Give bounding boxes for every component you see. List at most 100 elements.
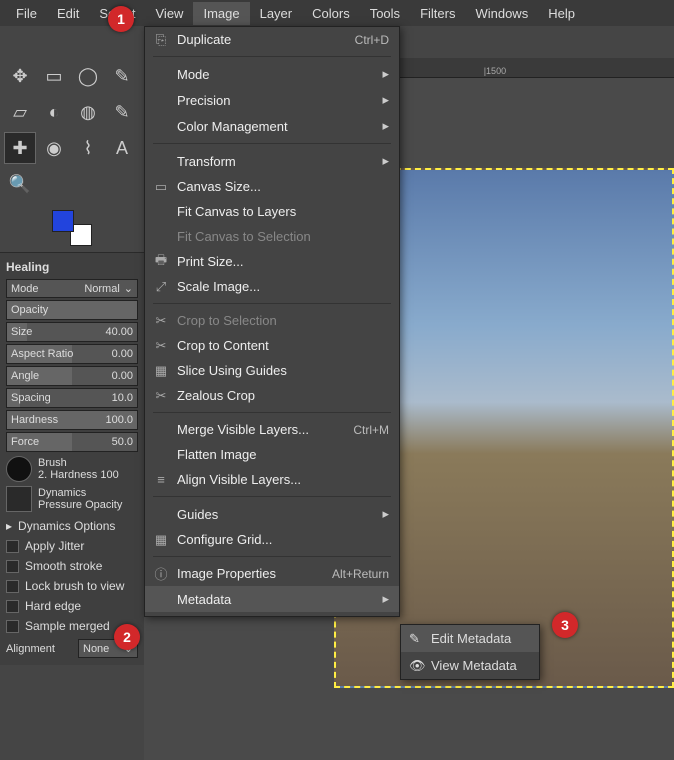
path-tool-icon[interactable]: ⌇ bbox=[72, 132, 104, 164]
slider-aspect-ratio[interactable]: Aspect Ratio0.00 bbox=[6, 344, 138, 364]
menu-item-label: Configure Grid... bbox=[177, 532, 272, 547]
checkbox-label: Smooth stroke bbox=[25, 559, 102, 573]
chevron-right-icon: ▸ bbox=[382, 118, 389, 134]
heal-tool-icon[interactable]: ✚ bbox=[4, 132, 36, 164]
checkbox-label: Lock brush to view bbox=[25, 579, 124, 593]
chevron-down-icon: ⌄ bbox=[124, 282, 133, 295]
mode-value: Normal bbox=[84, 283, 119, 295]
slider-size[interactable]: Size40.00 bbox=[6, 322, 138, 342]
rect-select-tool-icon[interactable]: ▭ bbox=[38, 60, 70, 92]
submenu-item-view-metadata[interactable]: 👁View Metadata bbox=[401, 652, 539, 679]
menu-item-mode[interactable]: Mode▸ bbox=[145, 61, 399, 87]
checkbox-hard-edge[interactable]: Hard edge bbox=[6, 596, 138, 616]
menu-item-duplicate[interactable]: ⎘DuplicateCtrl+D bbox=[145, 27, 399, 52]
fg-color-swatch[interactable] bbox=[52, 210, 74, 232]
menu-item-label: Merge Visible Layers... bbox=[177, 422, 309, 437]
slider-force[interactable]: Force50.0 bbox=[6, 432, 138, 452]
menu-separator bbox=[153, 556, 391, 557]
paintbrush-tool-icon[interactable]: ✎ bbox=[106, 96, 138, 128]
menu-tools[interactable]: Tools bbox=[360, 2, 410, 25]
menu-item-slice-using-guides[interactable]: ▦Slice Using Guides bbox=[145, 358, 399, 383]
toolbox-panel: ✥ ▭ ◯ ✎ ▱ ◐ ◍ ✎ ✚ ◉ ⌇ A 🔍 Healing Mode N… bbox=[0, 26, 144, 760]
menu-edit[interactable]: Edit bbox=[47, 2, 89, 25]
slider-hardness[interactable]: Hardness 100.0 bbox=[6, 410, 138, 430]
menu-separator bbox=[153, 496, 391, 497]
menu-image[interactable]: Image bbox=[193, 2, 249, 25]
dynamics-options-expander[interactable]: ▸ Dynamics Options bbox=[6, 516, 138, 536]
menu-layer[interactable]: Layer bbox=[250, 2, 303, 25]
slider-spacing[interactable]: Spacing10.0 bbox=[6, 388, 138, 408]
slider-value: 50.0 bbox=[112, 436, 133, 448]
menu-filters[interactable]: Filters bbox=[410, 2, 465, 25]
warp-tool-icon[interactable]: ◍ bbox=[72, 96, 104, 128]
zoom-tool-icon[interactable]: 🔍 bbox=[4, 168, 36, 200]
clone-tool-icon[interactable]: ◉ bbox=[38, 132, 70, 164]
slider-value: 100.0 bbox=[105, 414, 133, 426]
menu-item-label: Metadata bbox=[177, 592, 231, 607]
dynamics-label: Dynamics bbox=[38, 487, 138, 499]
rotate-tool-icon[interactable]: ◐ bbox=[38, 96, 70, 128]
menu-item-metadata[interactable]: Metadata▸ bbox=[145, 586, 399, 612]
move-tool-icon[interactable]: ✥ bbox=[4, 60, 36, 92]
checkbox-icon bbox=[6, 580, 19, 593]
menu-windows[interactable]: Windows bbox=[465, 2, 538, 25]
color-swatches[interactable] bbox=[52, 210, 92, 246]
menu-item-configure-grid[interactable]: ▦ Configure Grid... bbox=[145, 527, 399, 552]
menu-separator bbox=[153, 303, 391, 304]
fuzzy-select-tool-icon[interactable]: ✎ bbox=[106, 60, 138, 92]
checkbox-smooth-stroke[interactable]: Smooth stroke bbox=[6, 556, 138, 576]
checkbox-icon bbox=[6, 540, 19, 553]
menu-item-crop-to-content[interactable]: ✂Crop to Content bbox=[145, 333, 399, 358]
alignment-label: Alignment bbox=[6, 643, 55, 655]
slider-angle[interactable]: Angle0.00 bbox=[6, 366, 138, 386]
annotation-badge-1: 1 bbox=[108, 6, 134, 32]
dynamics-icon[interactable] bbox=[6, 486, 32, 512]
menu-item-label: Flatten Image bbox=[177, 447, 257, 462]
menu-item-fit-canvas-to-layers[interactable]: Fit Canvas to Layers bbox=[145, 199, 399, 224]
menu-item-label: Guides bbox=[177, 507, 218, 522]
menu-file[interactable]: File bbox=[6, 2, 47, 25]
slider-opacity[interactable]: Opacity bbox=[6, 300, 138, 320]
submenu-item-label: Edit Metadata bbox=[431, 631, 511, 646]
menu-item-scale-image[interactable]: ⤢Scale Image... bbox=[145, 274, 399, 299]
menu-item-precision[interactable]: Precision▸ bbox=[145, 87, 399, 113]
tool-options-title: Healing bbox=[6, 257, 138, 279]
slider-label: Hardness bbox=[11, 414, 58, 426]
menu-item-color-management[interactable]: Color Management▸ bbox=[145, 113, 399, 139]
menu-item-print-size[interactable]: 🖶Print Size... bbox=[145, 249, 399, 274]
chevron-right-icon: ▸ bbox=[382, 506, 389, 522]
slider-label: Size bbox=[11, 326, 32, 338]
menu-colors[interactable]: Colors bbox=[302, 2, 360, 25]
menu-item-transform[interactable]: Transform▸ bbox=[145, 148, 399, 174]
menu-item-label: Print Size... bbox=[177, 254, 243, 269]
menu-item-canvas-size[interactable]: ▭Canvas Size... bbox=[145, 174, 399, 199]
annotation-badge-3: 3 bbox=[552, 612, 578, 638]
menu-item-align-visible-layers[interactable]: ≡Align Visible Layers... bbox=[145, 467, 399, 492]
menu-item-merge-visible-layers[interactable]: Merge Visible Layers...Ctrl+M bbox=[145, 417, 399, 442]
chevron-right-icon: ▸ bbox=[382, 66, 389, 82]
menu-item-label: Align Visible Layers... bbox=[177, 472, 301, 487]
menu-item-icon: ✂ bbox=[153, 388, 169, 404]
checkbox-lock-brush-to-view[interactable]: Lock brush to view bbox=[6, 576, 138, 596]
menu-item-flatten-image[interactable]: Flatten Image bbox=[145, 442, 399, 467]
menu-item-guides[interactable]: Guides ▸ bbox=[145, 501, 399, 527]
checkbox-icon bbox=[6, 560, 19, 573]
submenu-item-edit-metadata[interactable]: ✎Edit Metadata bbox=[401, 625, 539, 652]
checkbox-apply-jitter[interactable]: Apply Jitter bbox=[6, 536, 138, 556]
submenu-item-label: View Metadata bbox=[431, 658, 517, 673]
brush-preview-icon[interactable] bbox=[6, 456, 32, 482]
slider-value: 0.00 bbox=[112, 348, 133, 360]
menu-item-zealous-crop[interactable]: ✂Zealous Crop bbox=[145, 383, 399, 408]
text-tool-icon[interactable]: A bbox=[106, 132, 138, 164]
free-select-tool-icon[interactable]: ◯ bbox=[72, 60, 104, 92]
menu-help[interactable]: Help bbox=[538, 2, 585, 25]
menu-item-image-properties[interactable]: ⓘImage PropertiesAlt+Return bbox=[145, 561, 399, 586]
menu-item-icon: ▦ bbox=[153, 532, 169, 548]
menu-view[interactable]: View bbox=[146, 2, 194, 25]
mode-label: Mode bbox=[11, 283, 39, 295]
blend-mode-select[interactable]: Mode Normal ⌄ bbox=[6, 279, 138, 298]
alignment-value: None bbox=[83, 643, 109, 655]
menu-item-icon: ⎘ bbox=[153, 32, 169, 48]
checkbox-label: Apply Jitter bbox=[25, 539, 84, 553]
crop-tool-icon[interactable]: ▱ bbox=[4, 96, 36, 128]
